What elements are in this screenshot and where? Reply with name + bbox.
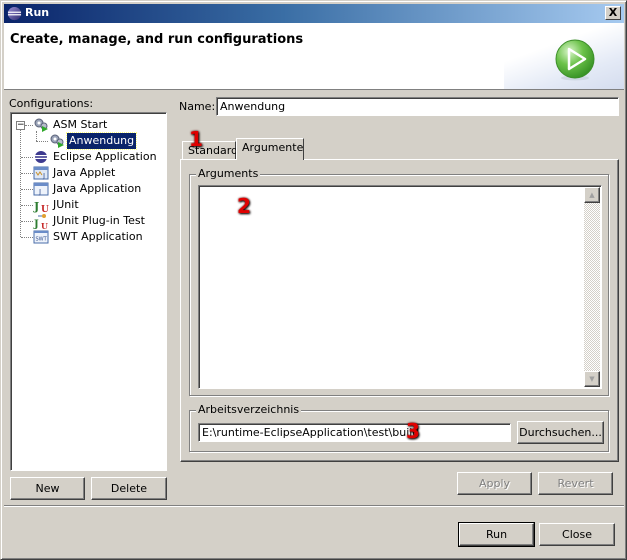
new-button[interactable]: New <box>10 477 85 500</box>
tree-line <box>21 237 33 238</box>
collapse-toggle[interactable]: − <box>16 121 25 130</box>
tree-line <box>21 221 33 222</box>
launch-config-gears-icon <box>34 118 48 132</box>
scroll-up-button[interactable]: ▲ <box>584 187 600 203</box>
browse-button[interactable]: Durchsuchen... <box>517 421 604 444</box>
name-input[interactable]: Anwendung <box>216 97 619 116</box>
svg-text:J: J <box>33 200 39 213</box>
tree-line <box>21 157 33 158</box>
name-label: Name: <box>179 100 216 113</box>
configurations-label: Configurations: <box>9 97 94 110</box>
arrow-down-icon: ▼ <box>589 375 595 383</box>
annotation-2: 2 <box>237 194 251 218</box>
arguments-scrollbar[interactable]: ▲ ▼ <box>584 187 600 387</box>
svg-text:J: J <box>33 219 39 229</box>
arguments-group: Arguments ▲ ▼ <box>189 167 609 396</box>
eclipse-icon <box>33 151 49 163</box>
arguments-textarea[interactable]: ▲ ▼ <box>198 185 602 389</box>
tab-argumente[interactable]: Argumente <box>236 138 304 160</box>
configurations-tree[interactable]: − ASM Start Anwendung Eclipse Applicatio… <box>10 112 167 471</box>
close-button[interactable]: Close <box>539 523 615 546</box>
delete-button[interactable]: Delete <box>91 477 167 500</box>
arguments-group-title: Arguments <box>196 167 261 180</box>
working-directory-group: Arbeitsverzeichnis E:\runtime-EclipseApp… <box>189 403 609 452</box>
run-dialog: Run X Create, manage, and run configurat… <box>0 0 627 560</box>
annotation-3: 3 <box>406 419 420 443</box>
working-directory-group-title: Arbeitsverzeichnis <box>196 403 302 416</box>
launch-config-gears-icon <box>50 134 64 148</box>
run-button[interactable]: Run <box>458 522 535 547</box>
svg-text:SWT: SWT <box>36 237 48 243</box>
junit-plugin-icon: J U <box>33 214 48 229</box>
apply-button[interactable]: Apply <box>457 472 532 495</box>
window-title: Run <box>25 6 50 19</box>
close-window-button[interactable]: X <box>605 6 621 20</box>
arrow-up-icon: ▲ <box>589 191 595 199</box>
svg-text:J: J <box>42 172 45 180</box>
java-applet-icon: J <box>33 166 49 180</box>
svg-text:U: U <box>41 221 48 229</box>
tree-line <box>21 173 33 174</box>
close-icon: X <box>608 6 618 19</box>
title-bar[interactable]: Run X <box>4 4 624 23</box>
annotation-1: 1 <box>189 127 203 151</box>
svg-text:U: U <box>41 205 49 213</box>
tree-line <box>21 205 33 206</box>
swt-icon: SWT <box>33 230 49 244</box>
footer-separator <box>4 505 624 507</box>
revert-button[interactable]: Revert <box>538 472 613 495</box>
tree-line <box>36 141 48 142</box>
svg-text:J: J <box>38 188 41 196</box>
run-icon <box>555 39 595 81</box>
header-banner: Create, manage, and run configurations <box>4 23 624 90</box>
working-directory-input[interactable]: E:\runtime-EclipseApplication\test\build <box>198 423 511 442</box>
scroll-down-button[interactable]: ▼ <box>584 371 600 387</box>
tree-line <box>21 189 33 190</box>
tree-line <box>25 125 33 126</box>
banner-heading: Create, manage, and run configurations <box>10 32 304 47</box>
java-application-icon: J <box>33 182 49 196</box>
junit-icon: J U <box>33 200 49 213</box>
eclipse-icon <box>7 6 22 21</box>
